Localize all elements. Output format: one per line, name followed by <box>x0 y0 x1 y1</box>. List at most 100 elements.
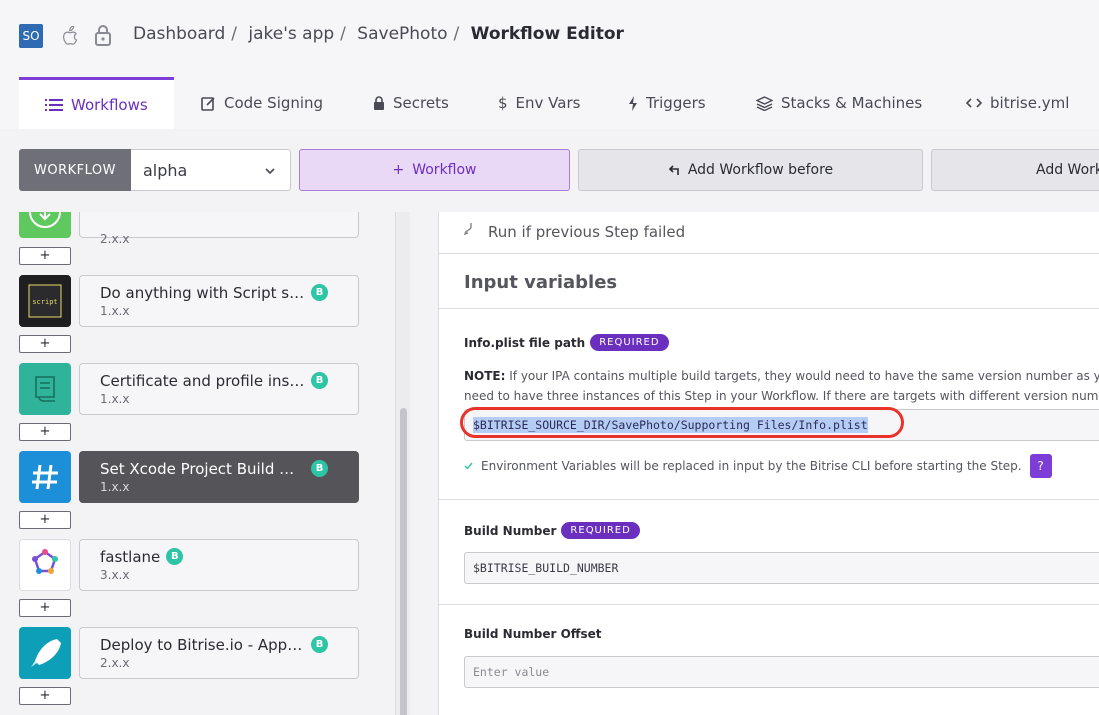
step-card[interactable]: Deploy to Bitrise.io - Apps, Logs, Artif… <box>79 627 359 679</box>
info-plist-input[interactable]: $BITRISE_SOURCE_DIR/SavePhoto/Supporting… <box>464 409 1099 441</box>
tab-label: Workflows <box>71 95 148 114</box>
tab-label: bitrise.yml <box>990 94 1070 112</box>
avatar[interactable]: SO <box>19 24 43 48</box>
run-if-failed-row[interactable]: Run if previous Step failed <box>464 212 685 252</box>
add-workflow-after-button[interactable]: Add Workflow after <box>931 149 1099 191</box>
tab-label: Env Vars <box>515 94 581 112</box>
workflow-select[interactable]: alpha <box>131 149 291 191</box>
step-detail: Run if previous Step failed Input variab… <box>410 212 1099 715</box>
run-if-failed-label: Run if previous Step failed <box>488 223 686 241</box>
tab-bitrise-yml[interactable]: bitrise.yml <box>966 77 1069 129</box>
svg-text:script: script <box>32 298 57 306</box>
build-number-input[interactable]: $BITRISE_BUILD_NUMBER <box>464 552 1099 584</box>
workflow-label: WORKFLOW <box>19 149 131 191</box>
add-step-button[interactable]: + <box>19 599 71 617</box>
info-plist-value: $BITRISE_SOURCE_DIR/SavePhoto/Supporting… <box>473 417 868 433</box>
script-icon[interactable]: script <box>19 275 71 327</box>
section-title: Input variables <box>439 253 1099 309</box>
tab-stacks-machines[interactable]: Stacks & Machines <box>756 77 922 129</box>
tab-env-vars[interactable]: $ Env Vars <box>498 77 580 129</box>
breadcrumb-project[interactable]: SavePhoto <box>357 24 447 44</box>
breadcrumb-separator: / <box>453 24 460 44</box>
add-step-button[interactable]: + <box>19 335 71 353</box>
tab-secrets[interactable]: Secrets <box>373 77 449 129</box>
plus-icon: + <box>392 162 405 178</box>
fastlane-icon[interactable] <box>19 539 71 591</box>
step-title: Deploy to Bitrise.io - Apps, Logs, Artif… <box>100 635 305 654</box>
verified-badge-icon: B <box>311 284 328 301</box>
tab-label: Secrets <box>393 94 449 112</box>
step-title: fastlane <box>100 547 161 566</box>
certificate-icon[interactable] <box>19 363 71 415</box>
tab-workflows[interactable]: Workflows <box>19 77 174 129</box>
step-card[interactable]: Certificate and profile installer B 1.x.x <box>79 363 359 415</box>
workflow-select-value: alpha <box>143 160 188 180</box>
step-card[interactable]: Do anything with Script step B 1.x.x <box>79 275 359 327</box>
field-label-text: Build Number Offset <box>464 627 602 641</box>
env-note-text: Environment Variables will be replaced i… <box>481 459 1022 473</box>
add-workflow-label: Workflow <box>412 162 477 178</box>
bolt-icon <box>629 95 637 111</box>
step-card[interactable]: 2.x.x <box>79 212 359 246</box>
add-workflow-before-button[interactable]: Add Workflow before <box>578 149 923 191</box>
verified-badge-icon: B <box>311 636 328 653</box>
divider <box>439 499 1099 500</box>
add-workflow-button[interactable]: + Workflow <box>299 149 570 191</box>
env-var-note: Environment Variables will be replaced i… <box>464 454 1052 478</box>
step-version: 1.x.x <box>100 303 130 318</box>
tab-label: Code Signing <box>224 94 324 112</box>
breadcrumb-app[interactable]: jake's app <box>248 24 334 44</box>
hash-icon[interactable] <box>19 451 71 503</box>
info-plist-note: NOTE: If your IPA contains multiple buil… <box>464 366 1099 406</box>
note-line-2: need to have three instances of this Ste… <box>464 389 1099 403</box>
tab-triggers[interactable]: Triggers <box>628 77 706 129</box>
step-detail-panel: Run if previous Step failed Input variab… <box>438 212 1099 715</box>
required-badge: REQUIRED <box>590 334 669 351</box>
layers-icon <box>756 95 773 111</box>
add-step-button[interactable]: + <box>19 687 71 705</box>
verified-badge-icon: B <box>311 372 328 389</box>
step-list-scrollbar[interactable] <box>395 212 410 715</box>
step-version: 1.x.x <box>100 479 130 494</box>
build-number-offset-input[interactable]: Enter value <box>464 656 1099 688</box>
code-icon <box>966 98 982 108</box>
step-card-selected[interactable]: Set Xcode Project Build Number B 1.x.x <box>79 451 359 503</box>
step-version: 2.x.x <box>100 655 130 670</box>
breadcrumb-separator: / <box>231 24 237 44</box>
top-bar: SO Dashboard / jake's app / SavePhoto / Wor… <box>0 0 1099 77</box>
breadcrumb-separator: / <box>340 24 346 44</box>
breadcrumb: Dashboard / jake's app / SavePhoto / Workfl… <box>133 24 628 44</box>
field-label-text: Info.plist file path <box>464 335 586 350</box>
breadcrumb-dashboard[interactable]: Dashboard <box>133 24 225 44</box>
help-button[interactable]: ? <box>1029 454 1052 478</box>
note-line-1: If your IPA contains multiple build targ… <box>505 369 1099 383</box>
build-number-offset-label: Build Number Offset <box>464 627 602 641</box>
tab-code-signing[interactable]: Code Signing <box>201 77 323 129</box>
document-edit-icon <box>201 96 215 111</box>
rocket-icon[interactable] <box>19 627 71 679</box>
download-icon[interactable] <box>19 212 71 238</box>
step-list: 2.x.x + script Do anything with Script s… <box>0 212 395 715</box>
step-version: 2.x.x <box>100 232 130 246</box>
step-card[interactable]: fastlane B 3.x.x <box>79 539 359 591</box>
step-title: Set Xcode Project Build Number <box>100 459 305 478</box>
add-step-button[interactable]: + <box>19 511 71 529</box>
required-badge: REQUIRED <box>561 522 640 539</box>
lock-icon <box>95 25 111 46</box>
apple-icon <box>63 26 78 45</box>
dollar-icon: $ <box>498 94 508 112</box>
note-bold: NOTE: <box>464 369 506 383</box>
check-icon <box>464 462 473 470</box>
scrollbar-thumb[interactable] <box>400 408 407 715</box>
chevron-down-icon <box>265 168 275 175</box>
verified-badge-icon: B <box>166 548 184 565</box>
add-step-button[interactable]: + <box>19 423 71 441</box>
page-title: Workflow Editor <box>470 24 624 44</box>
list-icon <box>45 98 63 111</box>
build-number-label: Build Number REQUIRED <box>464 522 640 539</box>
build-number-offset-placeholder: Enter value <box>473 665 550 679</box>
arrow-up-left-icon <box>668 165 679 175</box>
tab-label: Stacks & Machines <box>781 94 923 112</box>
add-step-button[interactable]: + <box>19 247 71 265</box>
step-title: Do anything with Script step <box>100 283 305 302</box>
